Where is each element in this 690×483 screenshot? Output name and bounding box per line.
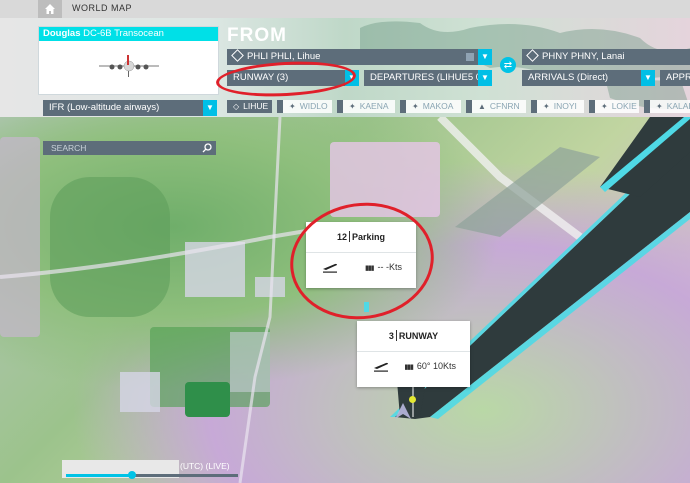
route-type-select[interactable]: IFR (Low-altitude airways) ▼ — [43, 100, 217, 116]
runway-header: 3 RUNWAY — [357, 321, 470, 352]
triangle-waypoint-icon: ▲ — [478, 102, 486, 111]
runway-threshold-marker[interactable] — [409, 396, 416, 403]
arrival-procedure-value: ARRIVALS (Direct) — [528, 72, 609, 83]
from-label: FROM — [227, 25, 287, 46]
search-icon[interactable] — [202, 143, 212, 153]
airport-pin-icon — [231, 49, 244, 62]
waypoint-chip[interactable]: ✦ KAENA — [337, 100, 395, 113]
search-input[interactable]: SEARCH — [43, 141, 216, 155]
waypoint-chip[interactable]: ▲ CFNRN — [466, 100, 526, 113]
search-placeholder: SEARCH — [51, 143, 87, 153]
departure-procedure-value: DEPARTURES (LIHUE5 03 — [370, 72, 487, 83]
departure-airport-value: PHLI PHLI, Lihue — [247, 51, 321, 62]
waypoint-label: KAENA — [359, 101, 389, 111]
arrival-airport-select[interactable]: PHNY PHNY, Lanai — [522, 49, 690, 65]
runway-label: RUNWAY — [398, 331, 439, 341]
page-title: WORLD MAP — [72, 3, 133, 13]
time-slider-handle[interactable] — [128, 471, 136, 479]
aircraft-card[interactable]: Douglas DC-6B Transocean — [38, 26, 219, 95]
waypoint-icon: ✦ — [601, 102, 608, 111]
waypoint-icon: ✦ — [543, 102, 550, 111]
arrival-procedure-select[interactable]: ARRIVALS (Direct) ▼ — [522, 70, 655, 86]
waypoint-label: CFNRN — [489, 101, 520, 111]
waypoint-chip[interactable]: ◇ LIHUE — [227, 100, 272, 113]
time-slider-fill — [66, 474, 130, 477]
arrival-airport-value: PHNY PHNY, Lanai — [542, 51, 625, 62]
waypoint-icon: ✦ — [349, 102, 356, 111]
approach-select[interactable]: APPR — [660, 70, 690, 86]
runway-number: 3 — [388, 331, 394, 341]
waypoint-label: LOKIE — [611, 101, 637, 111]
waypoint-label: INOYI — [553, 101, 577, 111]
runway-info-card[interactable]: 3 RUNWAY ▮▮▮ 60° 10Kts — [357, 321, 470, 387]
time-label: (UTC) (LIVE) — [180, 461, 230, 471]
route-type-value: IFR (Low-altitude airways) — [49, 102, 160, 113]
aircraft-model: DC-6B Transocean — [83, 28, 164, 39]
home-button[interactable] — [38, 0, 62, 18]
waypoint-icon: ✦ — [656, 102, 663, 111]
waypoint-label: WIDLO — [299, 101, 328, 111]
home-icon — [45, 4, 55, 14]
chevron-down-icon[interactable]: ▼ — [203, 100, 217, 116]
aircraft-brand: Douglas — [43, 28, 81, 39]
waypoint-icon: ✦ — [289, 102, 296, 111]
waypoint-icon: ✦ — [412, 102, 419, 111]
waypoint-chip[interactable]: ✦ LOKIE — [589, 100, 639, 113]
airport-info-icon[interactable] — [466, 53, 474, 61]
top-bar: WORLD MAP — [0, 0, 690, 18]
airport-pin-icon: ◇ — [233, 102, 240, 111]
runway-details: ▮▮▮ 60° 10Kts — [357, 352, 470, 380]
aircraft-icon — [99, 55, 159, 77]
waypoint-chip[interactable]: ✦ WIDLO — [277, 100, 332, 113]
waypoint-label: KALAE — [666, 101, 690, 111]
waypoint-chip[interactable]: ✦KALAE — [644, 100, 690, 113]
windsock-icon: ▮▮▮ — [404, 364, 414, 371]
runway-wind: ▮▮▮ 60° 10Kts — [404, 352, 456, 382]
departure-procedure-select[interactable]: DEPARTURES (LIHUE5 03 ▼ — [364, 70, 492, 86]
waypoint-chip[interactable]: ✦ INOYI — [531, 100, 584, 113]
airport-pin-icon — [526, 49, 539, 62]
time-slider[interactable] — [62, 460, 238, 479]
north-arrow-icon — [395, 403, 411, 419]
waypoint-label: MAKOA — [422, 101, 454, 111]
chevron-down-icon[interactable]: ▼ — [641, 70, 655, 86]
waypoint-chip[interactable]: ✦ MAKOA — [400, 100, 461, 113]
aircraft-name: Douglas DC-6B Transocean — [39, 27, 218, 41]
chevron-down-icon[interactable]: ▼ — [478, 49, 492, 65]
approach-value: APPR — [666, 72, 690, 83]
swap-icon[interactable]: ⇄ — [500, 57, 516, 73]
chevron-down-icon[interactable]: ▼ — [478, 70, 492, 86]
waypoint-label: LIHUE — [243, 101, 269, 111]
takeoff-icon — [374, 362, 388, 372]
runway-wind-value: 60° 10Kts — [416, 361, 456, 371]
